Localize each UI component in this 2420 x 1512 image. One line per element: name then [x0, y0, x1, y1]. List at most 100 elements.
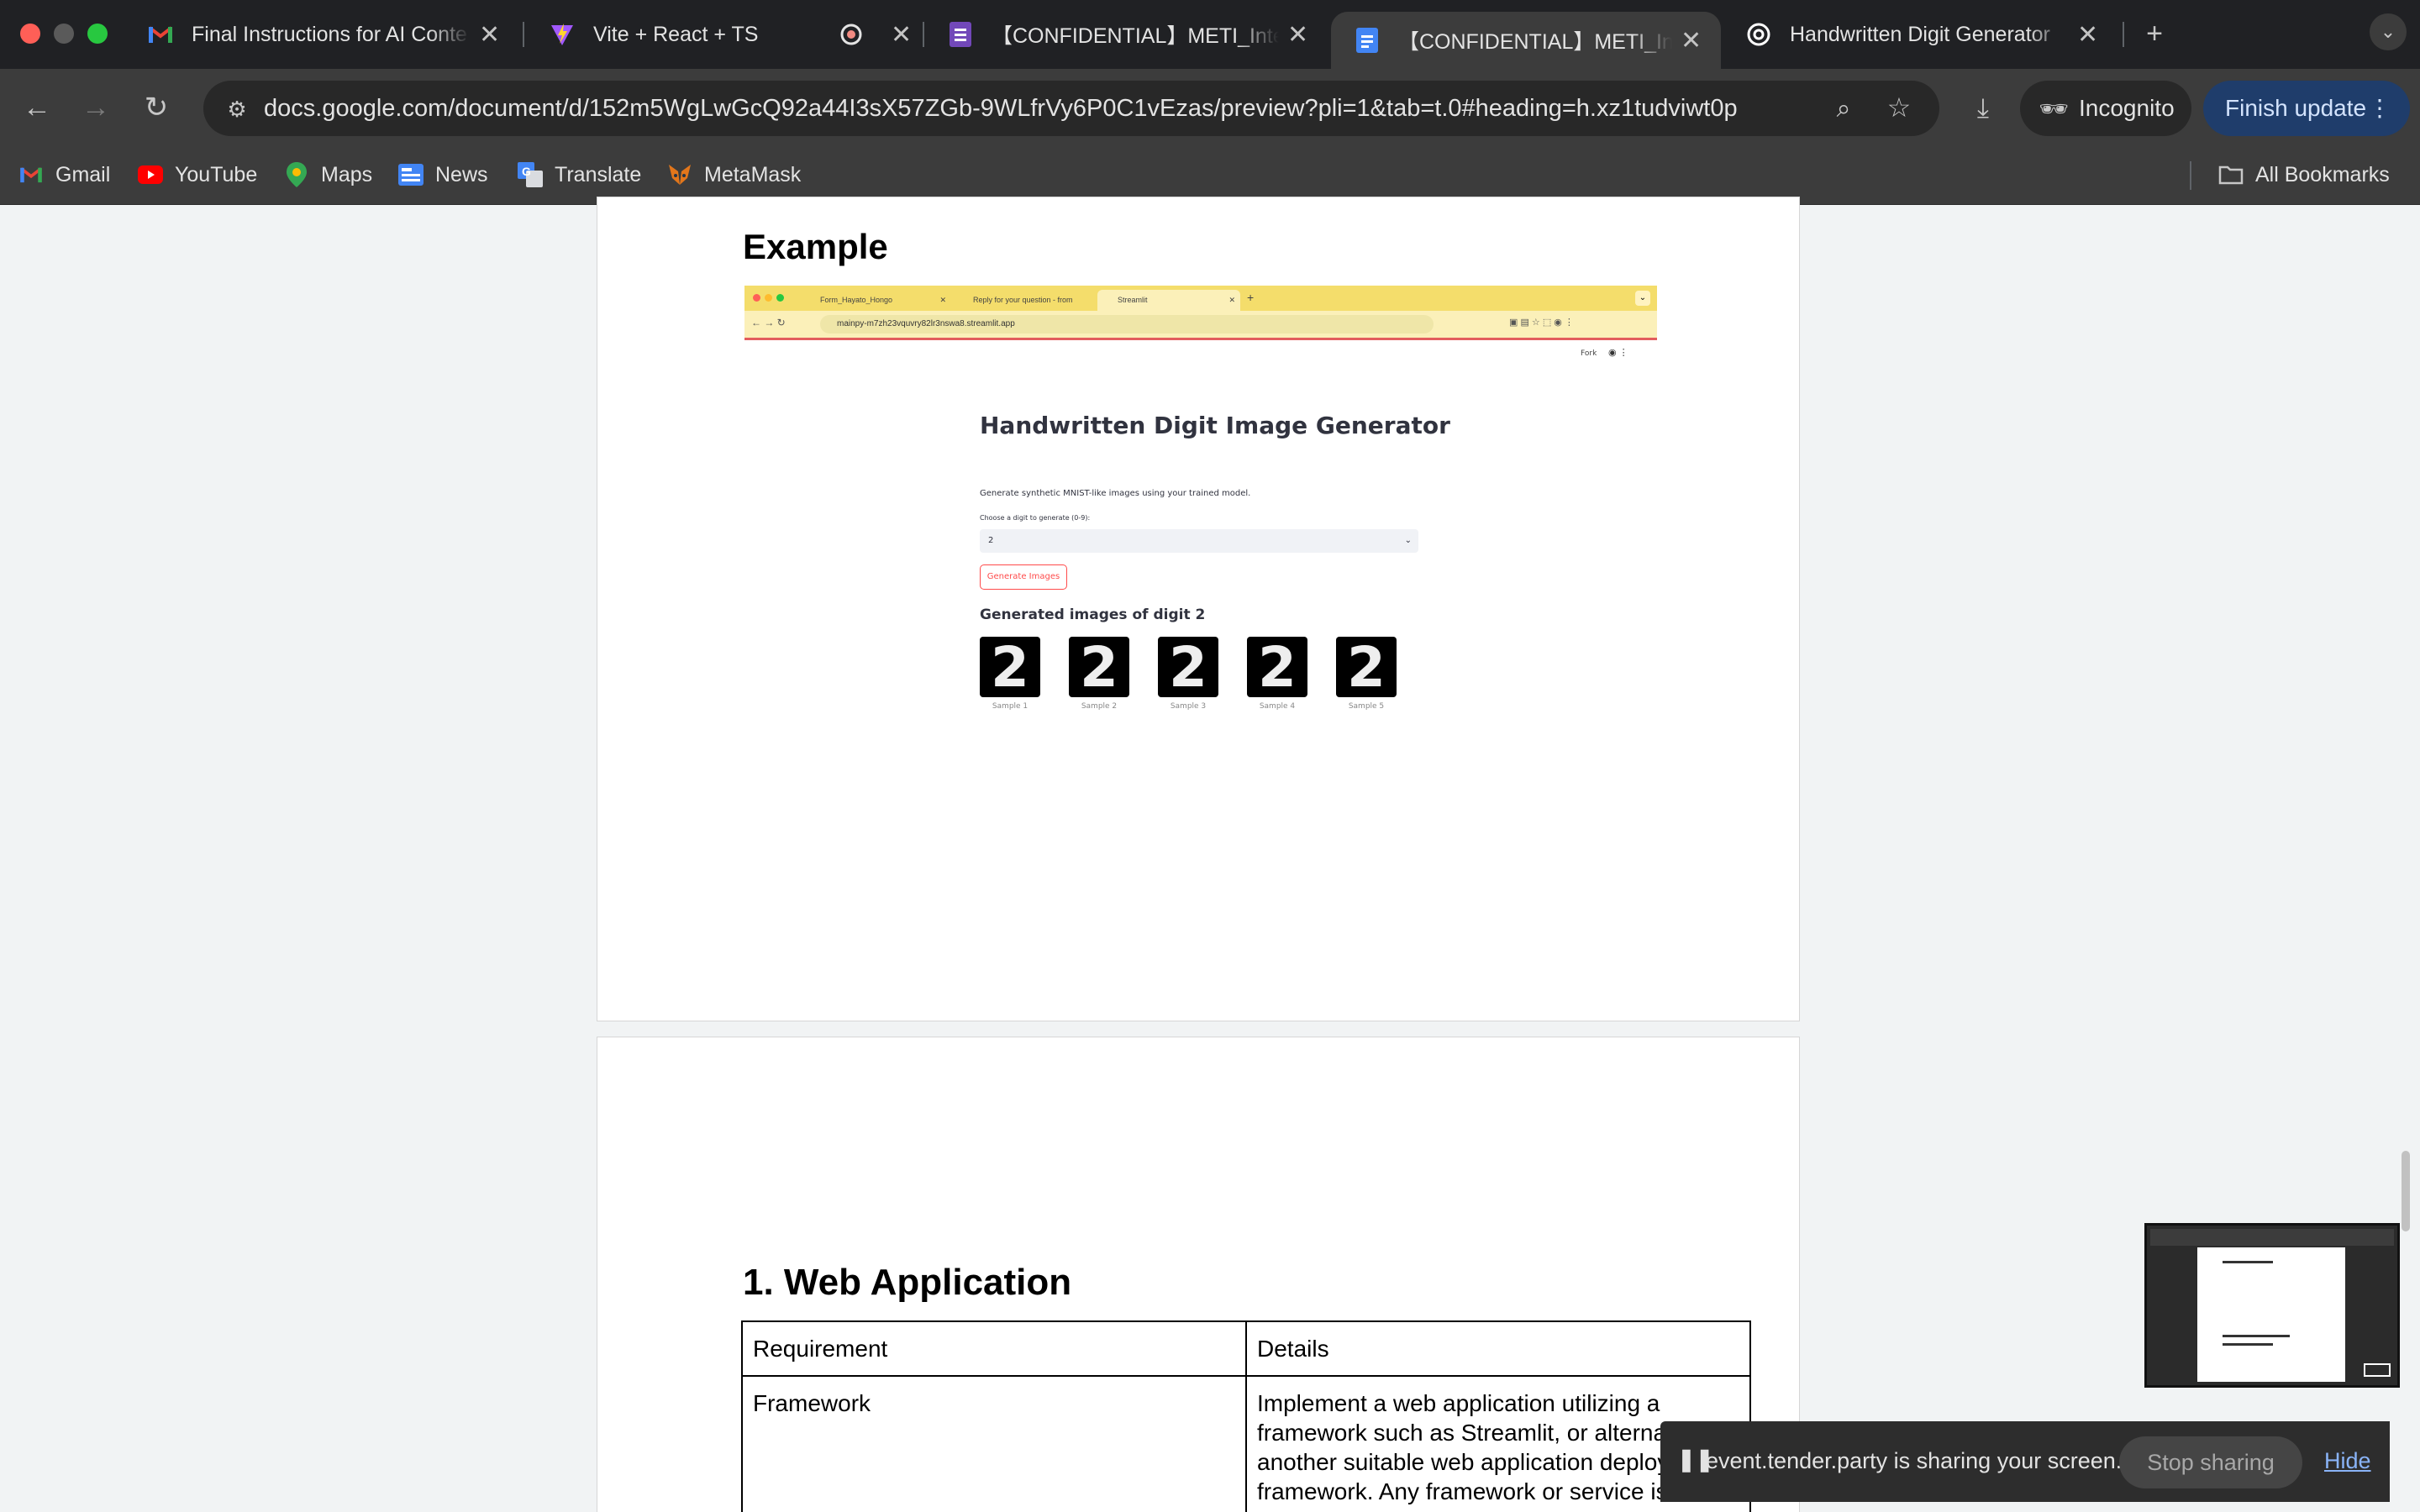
url-text[interactable]: docs.google.com/document/d/152m5WgLwGcQ9… — [264, 81, 1738, 136]
embedded-generate-button: Generate Images — [980, 564, 1067, 590]
embedded-header-bar — [744, 338, 1657, 340]
sample-image: 2 — [1158, 635, 1218, 700]
bookmark-label: MetaMask — [704, 162, 802, 186]
tab-title: Handwritten Digit Generator — [1790, 22, 2050, 46]
bookmark-news[interactable]: News — [398, 148, 488, 202]
tab-search-chevron-icon[interactable]: ⌄ — [2370, 13, 2407, 50]
tab-meti-doc-active[interactable]: 【CONFIDENTIAL】METI_Inte ✕ — [1331, 12, 1721, 69]
details-line: Implement a web application utilizing a — [1257, 1390, 1660, 1416]
close-window-button[interactable] — [20, 24, 40, 44]
translate-icon: G — [518, 162, 543, 187]
bookmark-gmail[interactable]: Gmail — [18, 148, 110, 202]
embedded-tab: Streamlit ✕ — [1097, 290, 1240, 311]
bookmark-label: Translate — [555, 162, 642, 186]
recording-icon — [839, 22, 864, 47]
bookmark-label: Maps — [321, 162, 373, 186]
bookmark-label: YouTube — [175, 162, 258, 186]
all-bookmarks-button[interactable]: All Bookmarks — [2218, 148, 2390, 202]
screen-share-preview[interactable] — [2144, 1223, 2400, 1388]
bookmark-metamask[interactable]: MetaMask — [667, 148, 801, 202]
gmail-icon — [148, 22, 173, 47]
embedded-tab: Reply for your question - from — [973, 296, 1073, 304]
address-bar[interactable]: ⚙ docs.google.com/document/d/152m5WgLwGc… — [203, 81, 1939, 136]
table-header-cell: Details — [1245, 1320, 1751, 1377]
bookmarks-divider — [2190, 161, 2191, 190]
bookmark-translate[interactable]: G Translate — [518, 148, 641, 202]
requirements-table: Requirement Details Framework Implement … — [741, 1320, 1751, 1512]
embedded-tab: Form_Hayato_Hongo ✕ — [820, 296, 946, 304]
gmail-icon — [18, 162, 44, 187]
docs-icon — [1355, 28, 1380, 53]
reload-icon[interactable]: ↻ — [139, 91, 173, 124]
news-icon — [398, 162, 424, 187]
tab-title: Final Instructions for AI Conte — [192, 22, 467, 46]
bookmark-youtube[interactable]: YouTube — [138, 148, 257, 202]
bookmark-star-icon[interactable]: ☆ — [1882, 91, 1916, 124]
vite-icon — [550, 22, 575, 47]
forward-arrow-icon[interactable]: → — [79, 91, 113, 124]
more-vert-icon[interactable]: ⋮ — [2368, 81, 2391, 136]
forms-icon — [948, 22, 973, 47]
all-bookmarks-label: All Bookmarks — [2255, 162, 2390, 186]
embedded-toolbar: ← → ↻ mainpy-m7zh23vquvry82lr3nswa8.stre… — [744, 311, 1657, 338]
zoom-window-button[interactable] — [87, 24, 108, 44]
toolbar: ← → ↻ ⚙ docs.google.com/document/d/152m5… — [0, 69, 2420, 148]
incognito-label: Incognito — [2079, 95, 2175, 121]
close-icon[interactable]: ✕ — [1681, 26, 1702, 55]
table-header-cell: Requirement — [741, 1320, 1247, 1377]
embedded-fork-label: Fork — [1581, 349, 1597, 358]
bookmark-maps[interactable]: Maps — [284, 148, 372, 202]
tab-title: 【CONFIDENTIAL】METI_Inte — [1398, 30, 1672, 54]
tab-gmail[interactable]: Final Instructions for AI Conte ✕ — [124, 0, 519, 69]
metamask-icon — [667, 162, 692, 187]
bookmark-label: Gmail — [55, 162, 111, 186]
svg-text:G: G — [522, 165, 531, 178]
embedded-tab-strip: Form_Hayato_Hongo ✕ Reply for your questi… — [744, 286, 1657, 311]
table-header-row: Requirement Details — [741, 1320, 1751, 1377]
zoom-magnifier-icon[interactable]: ⌕ — [1827, 92, 1860, 126]
openai-icon — [1746, 22, 1771, 47]
finish-update-label: Finish update — [2225, 95, 2367, 121]
folder-icon — [2218, 162, 2244, 187]
minimize-window-button[interactable] — [54, 24, 74, 44]
sample-label: Sample 5 — [1348, 702, 1385, 711]
sharing-message: event.tender.party is sharing your scree… — [1706, 1448, 2123, 1473]
close-icon[interactable]: ✕ — [2077, 20, 2098, 50]
maps-icon — [284, 162, 309, 187]
close-icon[interactable]: ✕ — [1287, 20, 1308, 50]
sample-label: Sample 1 — [992, 702, 1028, 711]
embedded-results-heading: Generated images of digit 2 — [980, 606, 1206, 623]
section-heading: 1. Web Application — [743, 1262, 1072, 1303]
page-scrollbar[interactable] — [2402, 1151, 2410, 1231]
incognito-icon: 🕶 — [2039, 96, 2069, 122]
finish-update-button[interactable]: Finish update ⋮ — [2203, 81, 2410, 136]
example-heading: Example — [743, 227, 888, 266]
tab-strip: Final Instructions for AI Conte ✕ Vite +… — [0, 0, 2420, 69]
sample-label: Sample 4 — [1259, 702, 1296, 711]
embedded-url: mainpy-m7zh23vquvry82lr3nswa8.streamlit.… — [820, 315, 1434, 333]
embedded-select-label: Choose a digit to generate (0-9): — [980, 514, 1091, 522]
bookmark-label: News — [435, 162, 488, 186]
sample-image: 2 — [1247, 635, 1307, 700]
site-settings-icon[interactable]: ⚙ — [222, 92, 252, 126]
tab-digit-generator[interactable]: Handwritten Digit Generator ✕ — [1723, 0, 2118, 69]
hide-button[interactable]: Hide — [2324, 1448, 2371, 1474]
embedded-app-title: Handwritten Digit Image Generator — [980, 412, 1450, 439]
tab-recording[interactable]: ✕ — [827, 0, 919, 69]
table-row: Framework Implement a web application ut… — [741, 1375, 1751, 1512]
embedded-github-icon: ◉ ⋮ — [1608, 348, 1628, 358]
embedded-description: Generate synthetic MNIST-like images usi… — [980, 489, 1251, 498]
new-tab-button[interactable]: + — [2138, 17, 2171, 50]
download-icon[interactable]: ⤓ — [1965, 91, 2002, 124]
embedded-digit-select: 2 ⌄ — [980, 529, 1418, 553]
back-arrow-icon[interactable]: ← — [20, 91, 54, 124]
sample-image: 2 — [1069, 635, 1129, 700]
tab-meti-form[interactable]: 【CONFIDENTIAL】METI_Inte ✕ — [924, 0, 1328, 69]
stop-sharing-button[interactable]: Stop sharing — [2119, 1436, 2302, 1488]
close-icon[interactable]: ✕ — [479, 20, 500, 50]
sample-image: 2 — [1336, 635, 1397, 700]
example-screenshot-image: Form_Hayato_Hongo ✕ Reply for your questi… — [744, 286, 1657, 719]
incognito-badge[interactable]: 🕶 Incognito — [2020, 81, 2191, 136]
table-cell-requirement: Framework — [741, 1375, 1247, 1512]
close-icon[interactable]: ✕ — [891, 20, 912, 50]
